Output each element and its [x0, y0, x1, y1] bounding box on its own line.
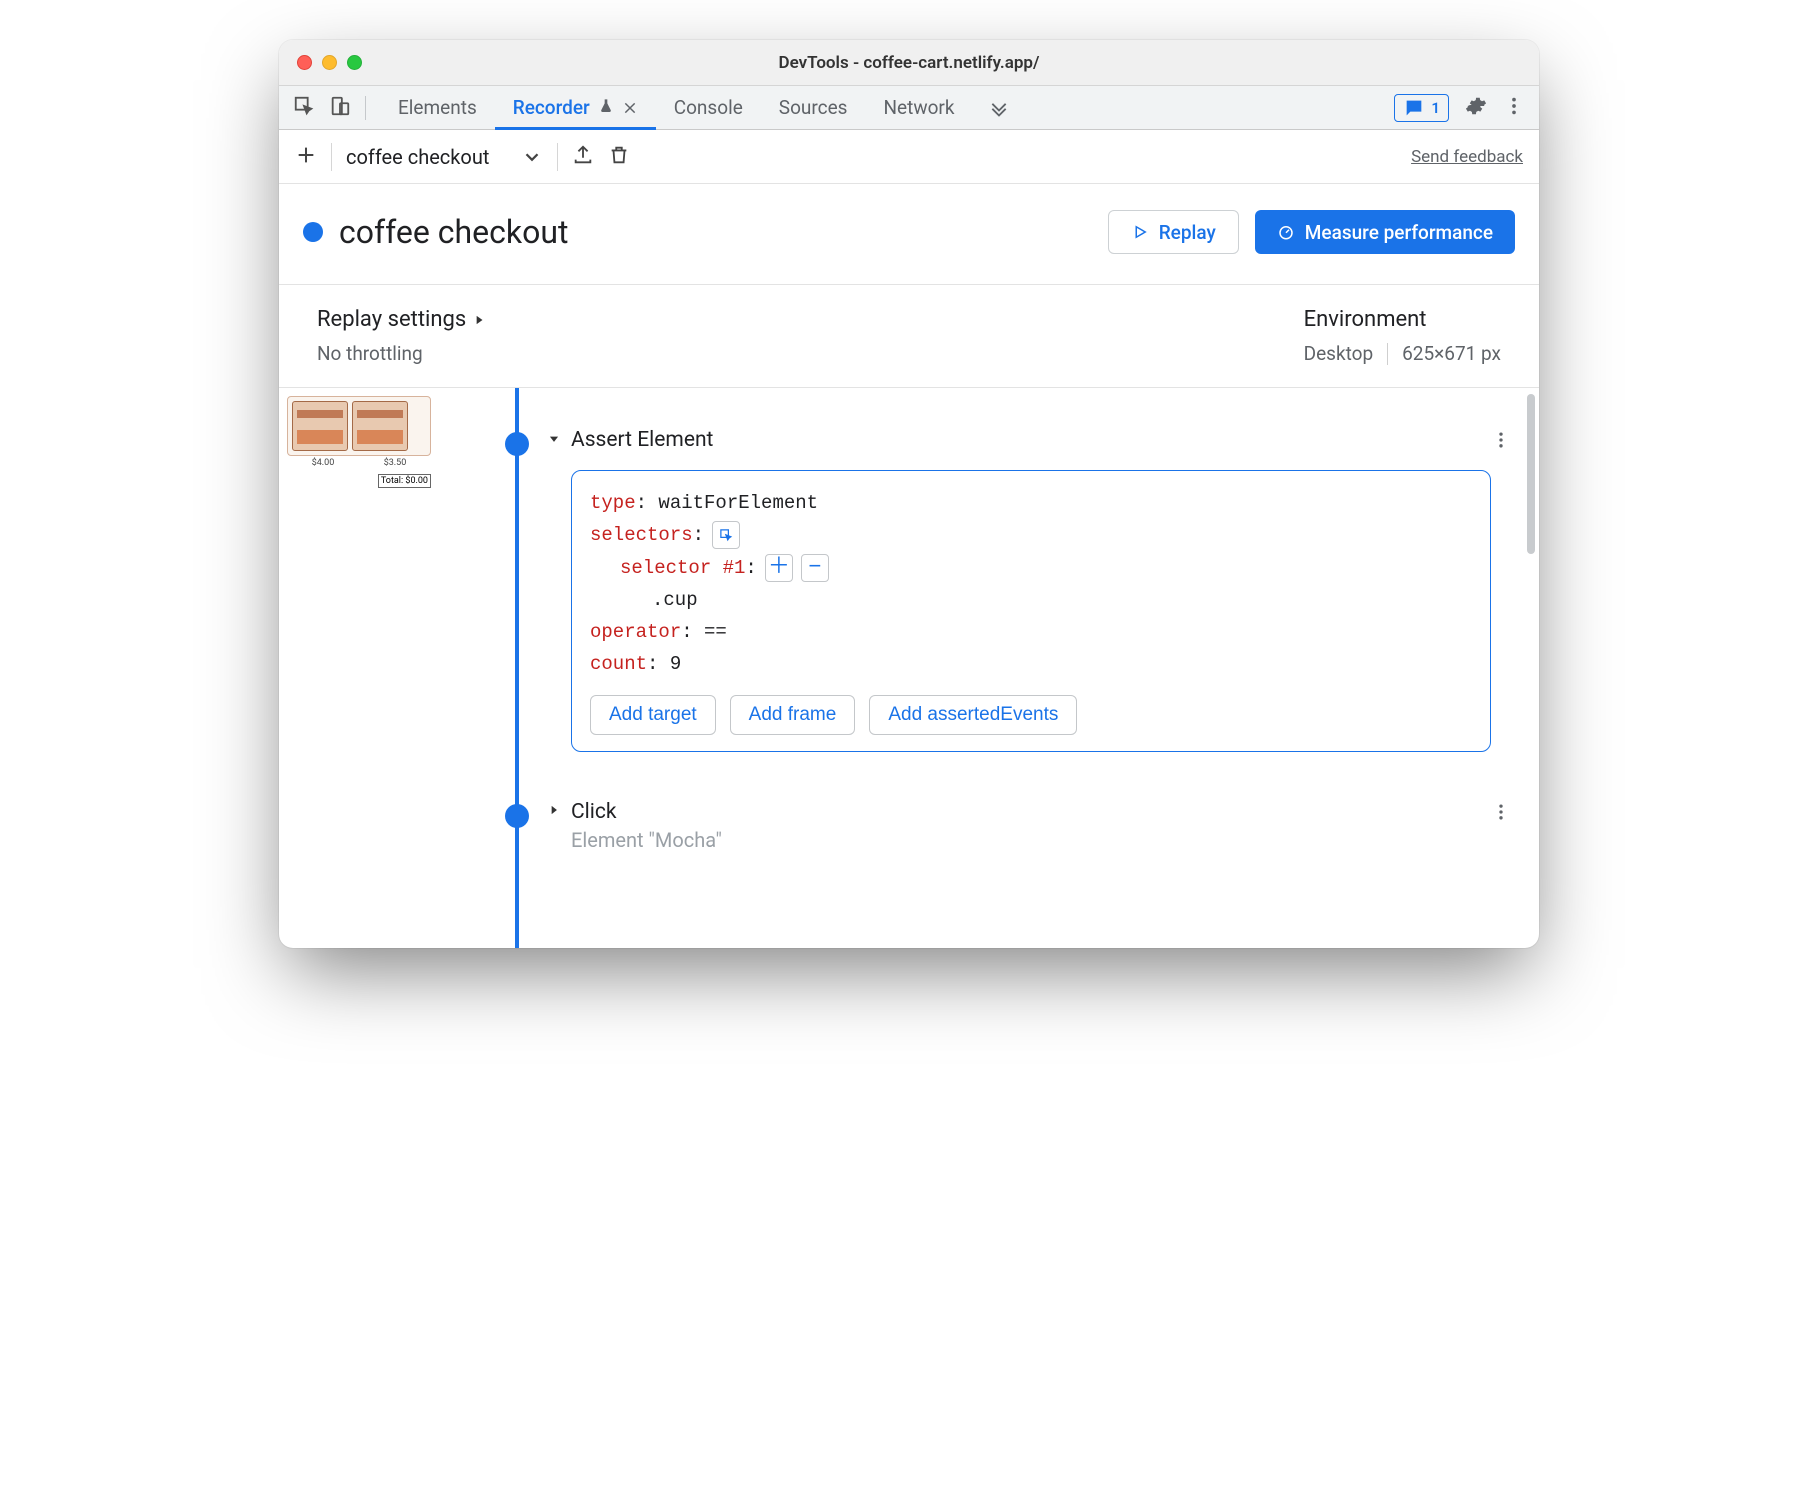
step-menu-button[interactable] — [1491, 430, 1511, 454]
prop-key: count — [590, 653, 647, 675]
recording-selector[interactable]: coffee checkout — [346, 145, 543, 169]
thumb-price: $4.00 — [312, 458, 335, 468]
kebab-menu-icon[interactable] — [1503, 95, 1525, 121]
replay-settings-label: Replay settings — [317, 307, 466, 332]
gear-icon[interactable] — [1465, 95, 1487, 121]
tab-label: Elements — [398, 96, 477, 119]
replay-button[interactable]: Replay — [1108, 210, 1239, 254]
environment-heading: Environment — [1304, 307, 1427, 332]
chevron-right-icon — [472, 313, 486, 327]
divider — [1387, 343, 1388, 365]
tab-label: Sources — [779, 96, 848, 119]
add-selector-button[interactable]: ＋ — [765, 554, 793, 582]
selector-picker-button[interactable] — [712, 521, 740, 549]
prop-key: selectors — [590, 524, 693, 546]
window-zoom-button[interactable] — [347, 55, 362, 70]
remove-selector-button[interactable]: − — [801, 554, 829, 582]
chevron-down-icon — [547, 431, 561, 450]
tab-label: Network — [883, 96, 954, 119]
issues-badge[interactable]: 1 — [1394, 94, 1449, 122]
close-icon[interactable] — [622, 100, 638, 116]
recorder-toolbar: coffee checkout Send feedback — [279, 130, 1539, 184]
step-header[interactable]: Click — [547, 800, 1521, 824]
replay-label: Replay — [1159, 221, 1216, 244]
thumb-price: $3.50 — [384, 458, 407, 468]
step-marker — [505, 804, 529, 828]
step-assert-element: Assert Element type: waitForElement sele… — [499, 428, 1521, 752]
settings-row: Replay settings No throttling Environmen… — [279, 285, 1539, 388]
selector-value[interactable]: .cup — [652, 584, 698, 616]
viewport-dimensions: 625×671 px — [1402, 342, 1501, 365]
window-close-button[interactable] — [297, 55, 312, 70]
prop-val[interactable]: waitForElement — [658, 492, 818, 514]
inspect-element-icon[interactable] — [293, 95, 315, 121]
screenshot-thumbnail[interactable]: $4.00 $3.50 Total: $0.00 — [279, 388, 439, 948]
throttling-value: No throttling — [317, 342, 486, 365]
tab-label: Console — [674, 96, 743, 119]
status-dot — [303, 222, 323, 242]
add-asserted-events-button[interactable]: Add assertedEvents — [869, 695, 1077, 735]
prop-val[interactable]: == — [704, 621, 727, 643]
more-tabs-button[interactable] — [973, 98, 1025, 118]
delete-button[interactable] — [608, 144, 630, 170]
replay-settings-toggle[interactable]: Replay settings — [317, 307, 486, 332]
traffic-lights — [279, 55, 362, 70]
window-title: DevTools - coffee-cart.netlify.app/ — [279, 53, 1539, 73]
flask-icon — [598, 96, 614, 119]
recording-title: coffee checkout — [339, 213, 1092, 251]
add-target-button[interactable]: Add target — [590, 695, 716, 735]
send-feedback-link[interactable]: Send feedback — [1411, 147, 1523, 167]
step-title: Click — [571, 800, 617, 824]
window-minimize-button[interactable] — [322, 55, 337, 70]
device-toolbar-icon[interactable] — [329, 95, 351, 121]
step-marker — [505, 432, 529, 456]
title-bar: DevTools - coffee-cart.netlify.app/ — [279, 40, 1539, 86]
step-title: Assert Element — [571, 428, 713, 452]
issues-count: 1 — [1431, 99, 1440, 117]
tab-elements[interactable]: Elements — [380, 86, 495, 129]
tab-recorder[interactable]: Recorder — [495, 86, 656, 129]
prop-key: type — [590, 492, 636, 514]
step-details: type: waitForElement selectors: selector… — [571, 470, 1491, 752]
export-button[interactable] — [572, 144, 594, 170]
step-header[interactable]: Assert Element — [547, 428, 1521, 452]
timeline: $4.00 $3.50 Total: $0.00 Assert Element — [279, 388, 1539, 948]
add-frame-button[interactable]: Add frame — [730, 695, 856, 735]
divider — [557, 143, 558, 171]
device-type: Desktop — [1304, 342, 1374, 365]
devtools-tab-bar: Elements Recorder Console Sources Networ… — [279, 86, 1539, 130]
tab-label: Recorder — [513, 96, 590, 119]
chevron-right-icon — [547, 802, 561, 821]
measure-performance-button[interactable]: Measure performance — [1255, 210, 1515, 254]
tab-sources[interactable]: Sources — [761, 86, 866, 129]
tab-network[interactable]: Network — [865, 86, 972, 129]
new-recording-button[interactable] — [295, 144, 317, 170]
selector-label: selector #1 — [620, 557, 745, 579]
tab-console[interactable]: Console — [656, 86, 761, 129]
thumb-total: Total: $0.00 — [378, 474, 431, 488]
divider — [365, 96, 366, 120]
devtools-window: DevTools - coffee-cart.netlify.app/ Elem… — [279, 40, 1539, 948]
step-subtitle: Element "Mocha" — [547, 828, 1521, 852]
scrollbar[interactable] — [1527, 394, 1535, 554]
prop-key: operator — [590, 621, 681, 643]
recording-name: coffee checkout — [346, 145, 489, 169]
measure-label: Measure performance — [1305, 221, 1493, 244]
prop-val[interactable]: 9 — [670, 653, 681, 675]
chevron-down-icon — [521, 146, 543, 168]
divider — [331, 143, 332, 171]
recording-header: coffee checkout Replay Measure performan… — [279, 184, 1539, 285]
step-click: Click Element "Mocha" — [499, 800, 1521, 852]
step-menu-button[interactable] — [1491, 802, 1511, 826]
